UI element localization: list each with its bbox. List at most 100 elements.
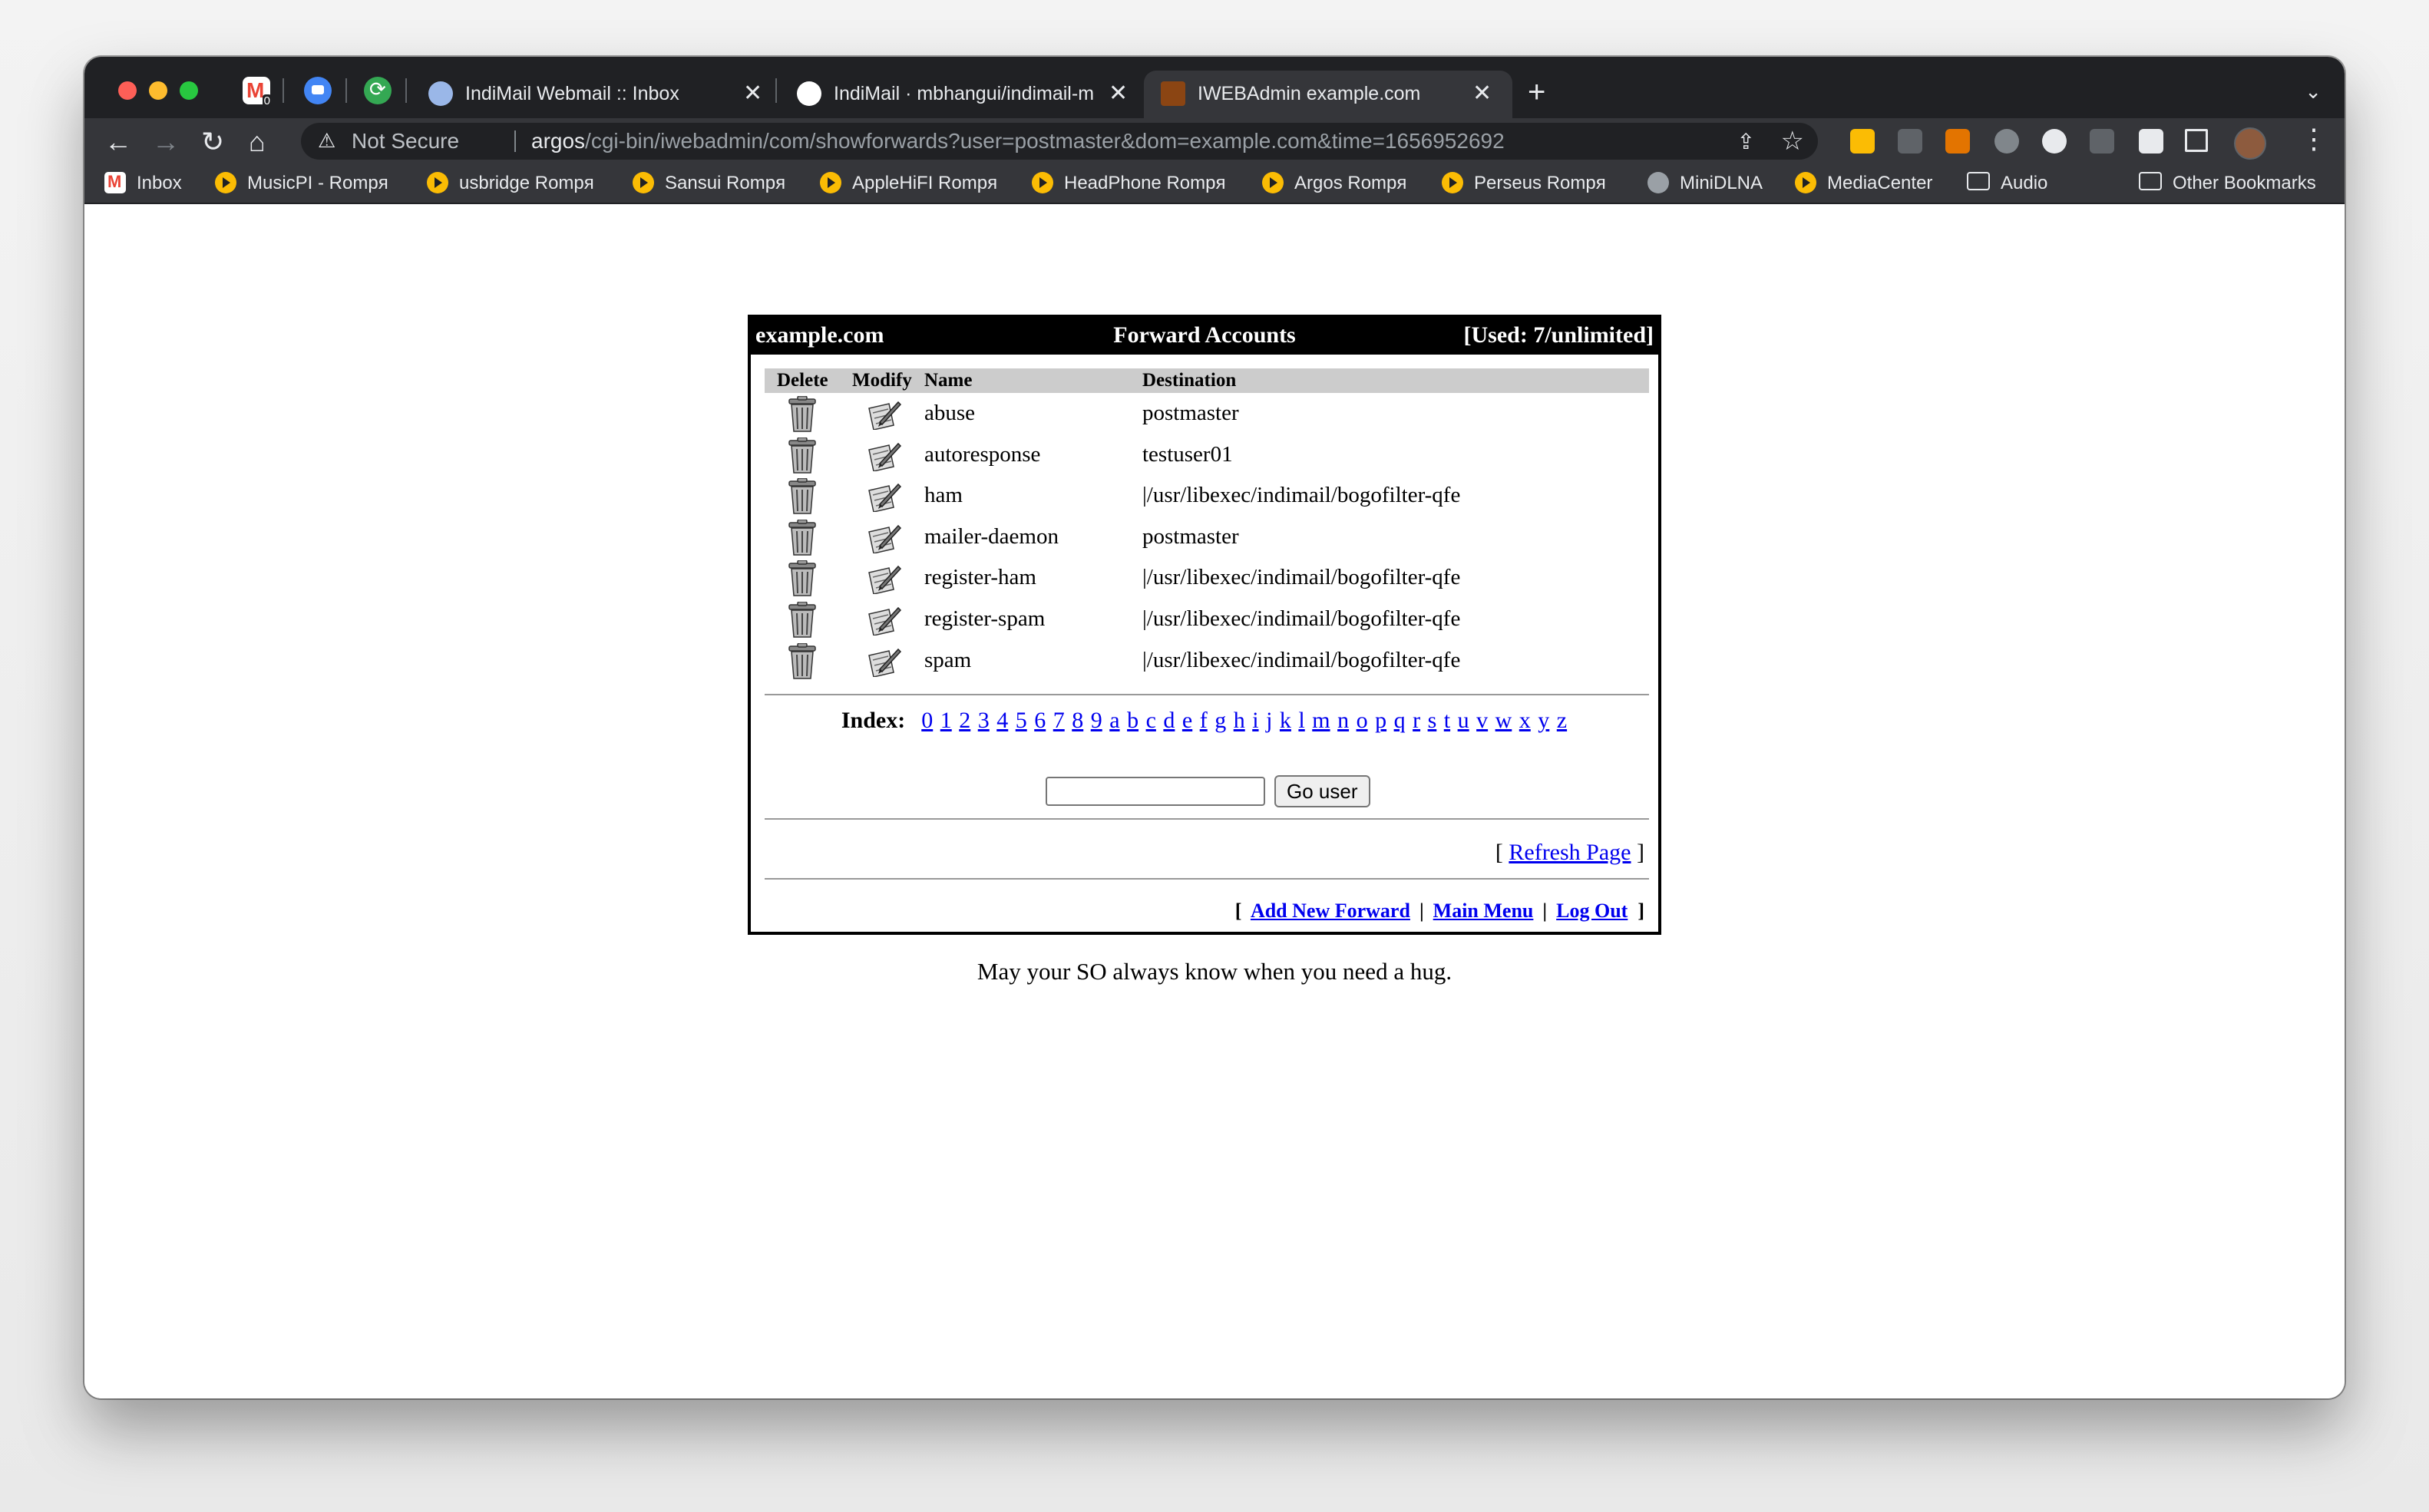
index-link[interactable]: n xyxy=(1337,708,1349,733)
main-menu-link[interactable]: Main Menu xyxy=(1433,900,1534,922)
modify-edit-icon[interactable] xyxy=(866,441,902,472)
modify-edit-icon[interactable] xyxy=(866,563,902,596)
go-user-button[interactable]: Go user xyxy=(1274,775,1370,807)
bookmark-usbridge[interactable]: usbridge Rompя xyxy=(427,172,594,194)
index-link[interactable]: 6 xyxy=(1034,708,1046,733)
extension-gnome-icon[interactable] xyxy=(1898,129,1922,154)
security-label[interactable]: Not Secure xyxy=(352,129,459,154)
side-panel-icon[interactable] xyxy=(2185,129,2208,152)
extension-circle-icon[interactable] xyxy=(1994,129,2019,154)
delete-trash-icon[interactable] xyxy=(788,477,817,515)
modify-edit-icon[interactable] xyxy=(866,523,902,554)
index-link[interactable]: x xyxy=(1519,708,1531,733)
bookmark-argos[interactable]: Argos Rompя xyxy=(1262,172,1406,194)
bookmark-mediacenter[interactable]: MediaCenter xyxy=(1795,172,1932,194)
extension-media-icon[interactable] xyxy=(2090,129,2114,154)
delete-trash-icon[interactable] xyxy=(788,560,817,597)
index-link[interactable]: a xyxy=(1109,708,1119,733)
index-link[interactable]: s xyxy=(1428,708,1437,733)
warning-icon[interactable]: ⚠ xyxy=(318,129,335,153)
add-new-forward-link[interactable]: Add New Forward xyxy=(1251,900,1410,922)
index-link[interactable]: 5 xyxy=(1016,708,1027,733)
index-link[interactable]: 4 xyxy=(996,708,1008,733)
delete-trash-icon[interactable] xyxy=(788,642,817,680)
share-icon[interactable]: ⇪ xyxy=(1737,129,1755,154)
index-link[interactable]: j xyxy=(1266,708,1272,733)
delete-trash-icon[interactable] xyxy=(788,519,817,556)
index-link[interactable]: b xyxy=(1127,708,1138,733)
tab-search-chevron-icon[interactable]: ⌄ xyxy=(2305,80,2322,104)
close-tab-icon[interactable]: ✕ xyxy=(1472,80,1492,107)
delete-trash-icon[interactable] xyxy=(788,395,817,433)
modify-edit-icon[interactable] xyxy=(866,646,902,678)
new-tab-icon[interactable]: + xyxy=(1528,75,1545,110)
index-link[interactable]: 9 xyxy=(1091,708,1102,733)
index-link[interactable]: g xyxy=(1214,708,1226,733)
back-icon[interactable]: ← xyxy=(104,126,132,158)
reload-icon[interactable]: ↻ xyxy=(201,126,224,158)
bookmark-inbox[interactable]: Inbox xyxy=(104,172,182,194)
tab-webmail[interactable]: IndiMail Webmail :: Inbox ✕ xyxy=(411,71,780,118)
index-link[interactable]: 0 xyxy=(921,708,933,733)
index-link[interactable]: 8 xyxy=(1072,708,1083,733)
home-icon[interactable]: ⌂ xyxy=(249,126,266,158)
index-link[interactable]: h xyxy=(1234,708,1245,733)
refresh-page-link[interactable]: Refresh Page xyxy=(1509,840,1631,865)
close-tab-icon[interactable]: ✕ xyxy=(1109,80,1128,107)
github-extension-icon[interactable] xyxy=(2042,129,2067,154)
bookmark-other[interactable]: Other Bookmarks xyxy=(2139,172,2316,194)
index-link[interactable]: m xyxy=(1312,708,1330,733)
index-link[interactable]: e xyxy=(1182,708,1192,733)
close-window-button[interactable] xyxy=(118,81,137,100)
index-link[interactable]: o xyxy=(1357,708,1368,733)
index-link[interactable]: f xyxy=(1200,708,1208,733)
profile-avatar[interactable] xyxy=(2234,127,2266,160)
modify-edit-icon[interactable] xyxy=(866,399,902,431)
google-drive-icon[interactable] xyxy=(1850,129,1875,154)
bookmark-headphone[interactable]: HeadPhone Rompя xyxy=(1032,172,1225,194)
index-link[interactable]: r xyxy=(1413,708,1420,733)
address-bar[interactable]: ⚠ Not Secure argos/cgi-bin/iwebadmin/com… xyxy=(301,123,1818,160)
index-link[interactable]: d xyxy=(1163,708,1175,733)
close-tab-icon[interactable]: ✕ xyxy=(743,80,762,107)
index-link[interactable]: k xyxy=(1280,708,1291,733)
index-link[interactable]: y xyxy=(1538,708,1549,733)
modify-edit-icon[interactable] xyxy=(866,605,902,636)
pinned-tab-chat-icon[interactable] xyxy=(304,77,332,104)
bookmark-audio[interactable]: Audio xyxy=(1967,172,2047,194)
index-link[interactable]: 7 xyxy=(1053,708,1065,733)
delete-trash-icon[interactable] xyxy=(788,436,817,474)
index-link[interactable]: i xyxy=(1252,708,1258,733)
index-link[interactable]: 2 xyxy=(959,708,970,733)
pinned-tab-gmail-icon[interactable] xyxy=(243,77,272,107)
tab-iwebadmin[interactable]: IWEBAdmin example.com ✕ xyxy=(1144,71,1512,118)
url-text[interactable]: argos/cgi-bin/iwebadmin/com/showforwards… xyxy=(531,129,1505,154)
index-link[interactable]: 3 xyxy=(978,708,990,733)
bookmark-applehifi[interactable]: AppleHiFI Rompя xyxy=(820,172,997,194)
index-link[interactable]: 1 xyxy=(940,708,952,733)
minimize-window-button[interactable] xyxy=(149,81,167,100)
index-link[interactable]: l xyxy=(1298,708,1304,733)
forward-icon[interactable]: → xyxy=(152,126,180,158)
index-link[interactable]: q xyxy=(1394,708,1406,733)
index-link[interactable]: p xyxy=(1375,708,1386,733)
bookmark-sansui[interactable]: Sansui Rompя xyxy=(633,172,785,194)
index-link[interactable]: c xyxy=(1146,708,1156,733)
index-link[interactable]: v xyxy=(1476,708,1488,733)
bookmark-musicpi[interactable]: MusicPI - Rompя xyxy=(215,172,388,194)
index-link[interactable]: t xyxy=(1444,708,1450,733)
index-link[interactable]: w xyxy=(1495,708,1512,733)
user-search-input[interactable] xyxy=(1046,777,1265,806)
modify-edit-icon[interactable] xyxy=(866,481,902,513)
browser-menu-icon[interactable]: ⋮ xyxy=(2300,123,2328,155)
bookmark-perseus[interactable]: Perseus Rompя xyxy=(1442,172,1606,194)
extensions-puzzle-icon[interactable] xyxy=(2139,129,2163,154)
bookmark-minidlna[interactable]: MiniDLNA xyxy=(1647,172,1763,194)
bookmark-star-icon[interactable]: ☆ xyxy=(1781,126,1804,157)
tab-github[interactable]: IndiMail · mbhangui/indimail-m ✕ xyxy=(780,71,1148,118)
index-link[interactable]: u xyxy=(1458,708,1469,733)
zoom-window-button[interactable] xyxy=(180,81,198,100)
pinned-tab-sync-icon[interactable] xyxy=(364,77,392,104)
index-link[interactable]: z xyxy=(1557,708,1567,733)
extension-k-icon[interactable] xyxy=(1945,129,1970,154)
